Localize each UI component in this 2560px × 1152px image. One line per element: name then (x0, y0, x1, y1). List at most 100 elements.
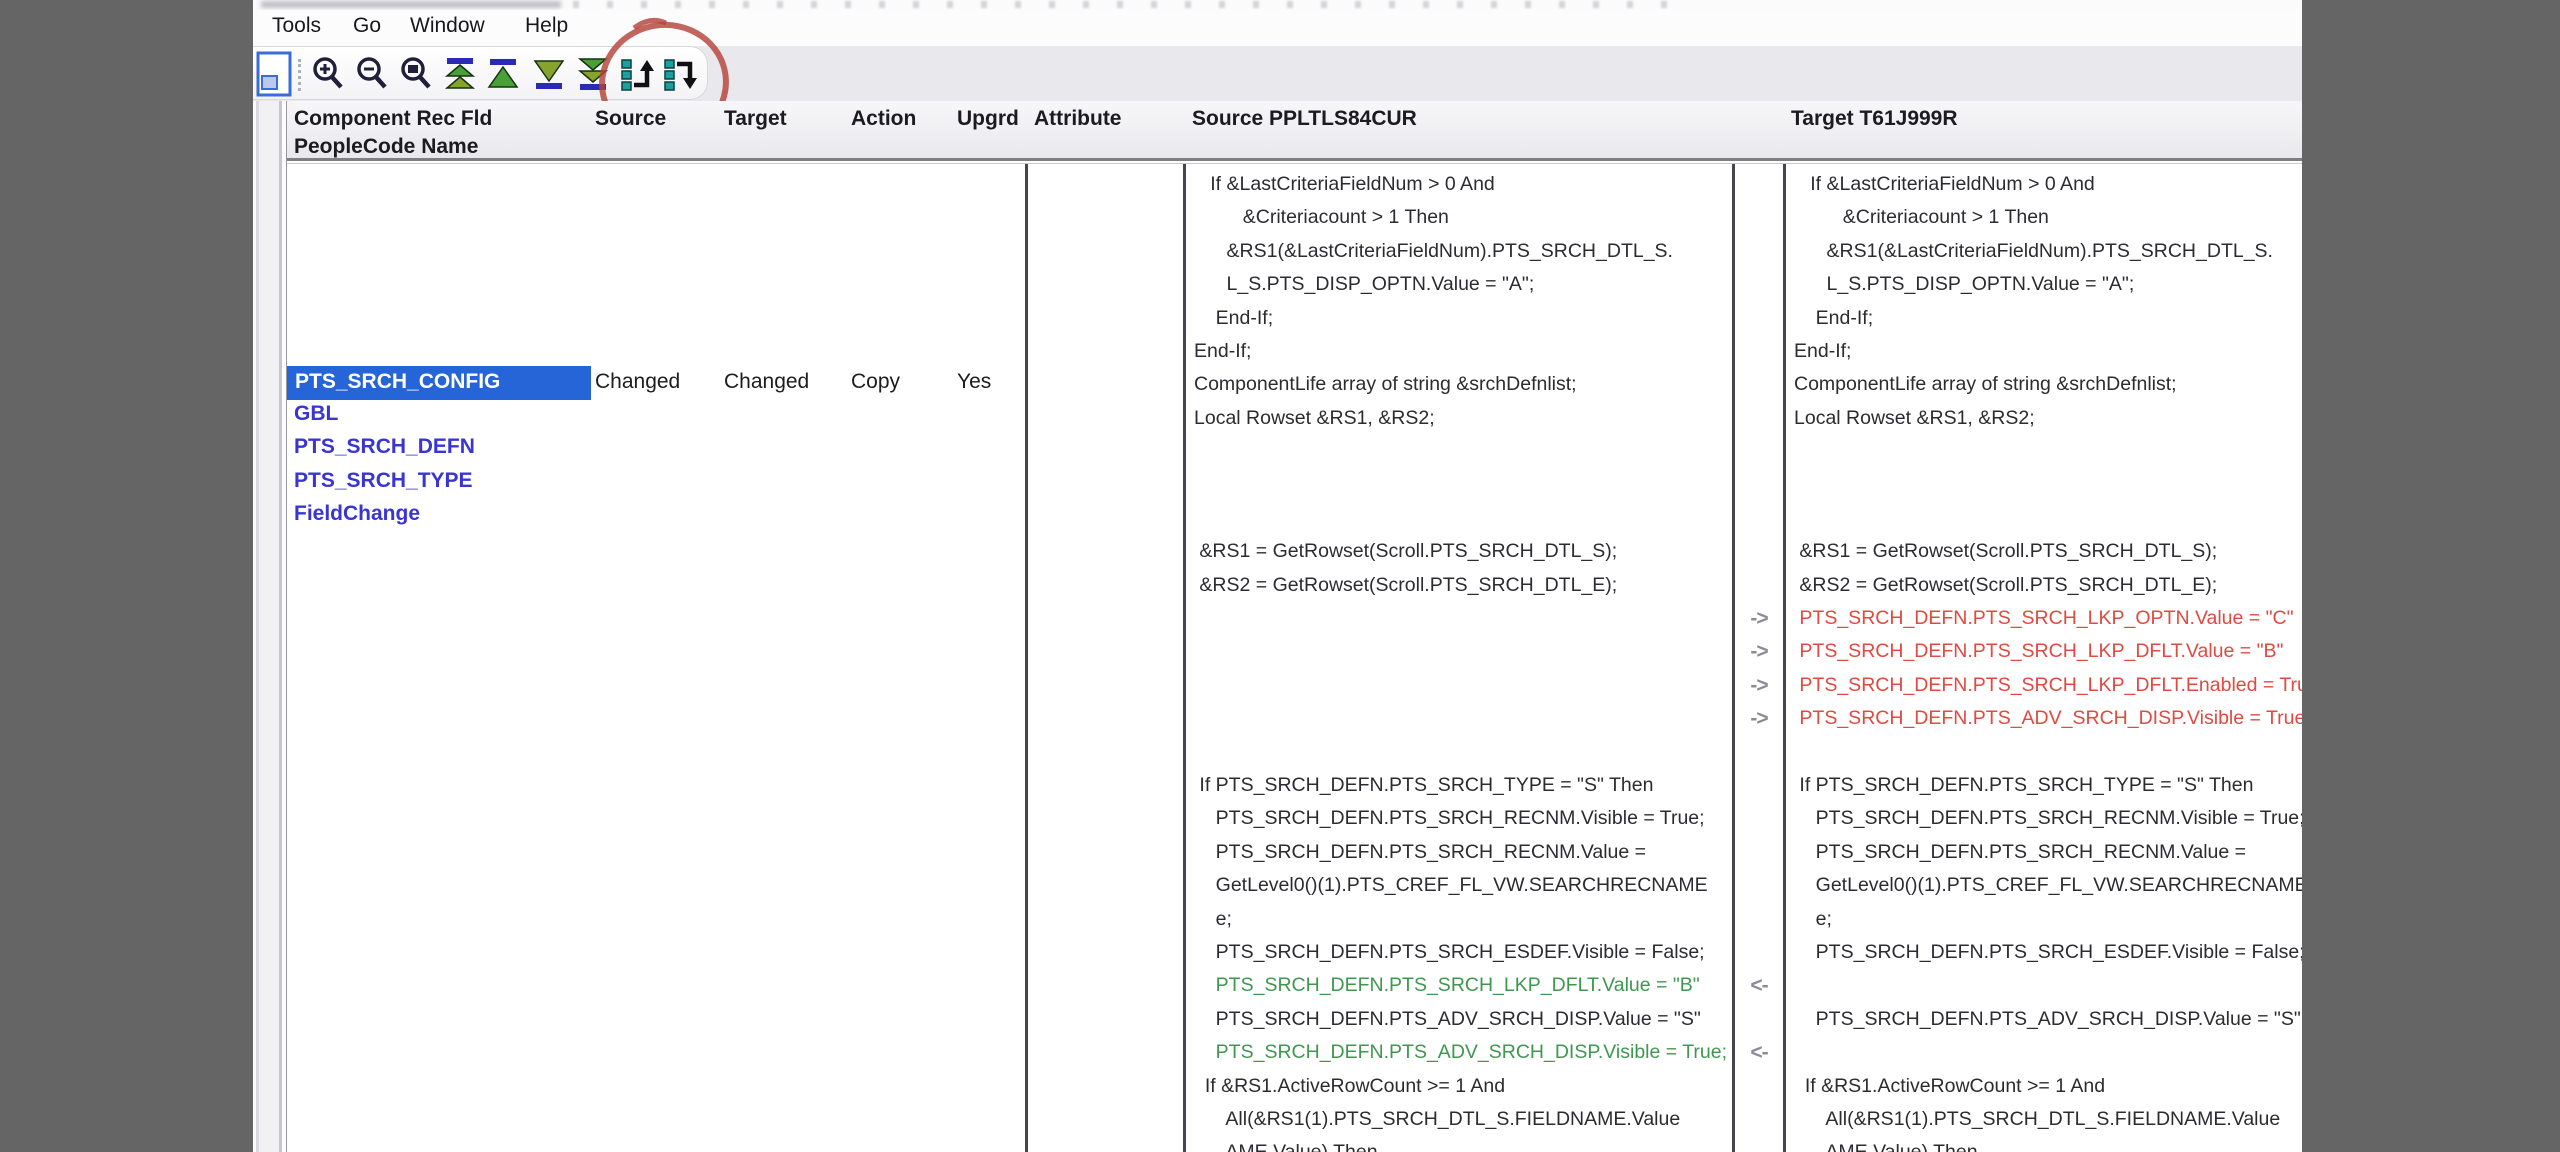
target-code-line: &RS1 = GetRowset(Scroll.PTS_SRCH_DTL_S); (1786, 535, 2302, 568)
target-code-line: PTS_SRCH_DEFN.PTS_SRCH_ESDEF.Visible = F… (1786, 936, 2302, 969)
source-code-line: PTS_SRCH_DEFN.PTS_ADV_SRCH_DISP.Value = … (1186, 1003, 1732, 1036)
source-code-line: PTS_SRCH_DEFN.PTS_SRCH_LKP_DFLT.Value = … (1186, 969, 1732, 1002)
cell-action: Copy (851, 370, 900, 394)
document-window-icon[interactable] (255, 50, 293, 103)
toolbar-row (253, 46, 2302, 102)
col-header-source: Source (595, 107, 666, 131)
screen: { "menubar": { "items": ["Tools", "Go", … (0, 0, 2560, 1152)
previous-difference-icon[interactable] (483, 54, 523, 94)
source-code-line: &RS1 = GetRowset(Scroll.PTS_SRCH_DTL_S); (1186, 535, 1732, 568)
tree-item-selected-label: PTS_SRCH_CONFIG (295, 370, 500, 394)
diff-gutter-cell (1735, 736, 1783, 769)
source-code-line (1186, 635, 1732, 668)
col-header-upgrd: Upgrd (957, 107, 1019, 131)
col-header-source-db: Source PPLTLS84CUR (1192, 107, 1417, 131)
tree-item[interactable]: GBL (294, 402, 338, 435)
target-code-line: PTS_SRCH_DEFN.PTS_SRCH_RECNM.Visible = T… (1786, 802, 2302, 835)
menu-window[interactable]: Window (410, 14, 485, 38)
first-difference-icon[interactable] (440, 54, 480, 94)
source-code-line: Local Rowset &RS1, &RS2; (1186, 402, 1732, 435)
diff-gutter-cell (1735, 869, 1783, 902)
diff-gutter-cell (1735, 435, 1783, 468)
source-code-line (1186, 435, 1732, 468)
menu-help[interactable]: Help (525, 14, 568, 38)
target-code-line: If PTS_SRCH_DEFN.PTS_SRCH_TYPE = "S" The… (1786, 769, 2302, 802)
target-code-line: PTS_SRCH_DEFN.PTS_SRCH_LKP_DFLT.Enabled … (1786, 669, 2302, 702)
zoom-out-icon[interactable] (352, 54, 392, 94)
diff-gutter-cell (1735, 335, 1783, 368)
target-code-line: End-If; (1786, 302, 2302, 335)
target-code-line: Local Rowset &RS1, &RS2; (1786, 402, 2302, 435)
copy-difference-up-icon[interactable] (618, 54, 658, 94)
left-scrollbar-strip[interactable] (253, 101, 286, 1152)
tree-item[interactable]: PTS_SRCH_TYPE (294, 469, 473, 502)
next-difference-icon[interactable] (529, 54, 569, 94)
diff-gutter-cell (1735, 535, 1783, 568)
target-code-line: PTS_SRCH_DEFN.PTS_ADV_SRCH_DISP.Value = … (1786, 1003, 2302, 1036)
target-code-line: ComponentLife array of string &srchDefnl… (1786, 368, 2302, 401)
target-code-line (1786, 502, 2302, 535)
menu-tools[interactable]: Tools (272, 14, 321, 38)
source-code-line: &RS1(&LastCriteriaFieldNum).PTS_SRCH_DTL… (1186, 235, 1732, 268)
col-header-peoplecode: PeopleCode Name (294, 135, 478, 159)
target-code-line (1786, 969, 2302, 1002)
zoom-in-icon[interactable] (308, 54, 348, 94)
zoom-reset-icon[interactable] (396, 54, 436, 94)
target-code-line (1786, 1036, 2302, 1069)
diff-gutter-cell (1735, 1003, 1783, 1036)
source-code-line: All(&RS1(1).PTS_SRCH_DTL_S.FIELDNAME.Val… (1186, 1103, 1732, 1136)
tree-item[interactable]: FieldChange (294, 502, 420, 535)
col-header-target: Target (724, 107, 787, 131)
diff-arrow: <- (1735, 969, 1783, 1002)
app-window: Tools Go Window Help (253, 0, 2302, 1152)
target-code-line: &Criteriacount > 1 Then (1786, 201, 2302, 234)
column-header-row: Component Rec Fld PeopleCode Name Source… (253, 101, 2302, 161)
source-code-line: PTS_SRCH_DEFN.PTS_ADV_SRCH_DISP.Visible … (1186, 1036, 1732, 1069)
diff-gutter-cell (1735, 1070, 1783, 1103)
diff-gutter: ->->->-><-<- (1735, 164, 1783, 1152)
source-code-panel[interactable]: If &LastCriteriaFieldNum > 0 And &Criter… (1186, 164, 1732, 1152)
diff-gutter-cell (1735, 502, 1783, 535)
source-code-line: PTS_SRCH_DEFN.PTS_SRCH_ESDEF.Visible = F… (1186, 936, 1732, 969)
diff-gutter-cell (1735, 903, 1783, 936)
source-code-line: &Criteriacount > 1 Then (1186, 201, 1732, 234)
target-code-line: L_S.PTS_DISP_OPTN.Value = "A"; (1786, 268, 2302, 301)
diff-gutter-cell (1735, 268, 1783, 301)
source-code-line: End-If; (1186, 335, 1732, 368)
tree-item-selected[interactable]: PTS_SRCH_CONFIG (287, 366, 591, 400)
diff-gutter-cell (1735, 936, 1783, 969)
source-code-line (1186, 669, 1732, 702)
target-code-line: e; (1786, 903, 2302, 936)
cell-source-status: Changed (595, 370, 680, 394)
last-difference-icon[interactable] (573, 54, 613, 94)
target-code-line: PTS_SRCH_DEFN.PTS_SRCH_RECNM.Value = (1786, 836, 2302, 869)
target-code-line: AME.Value) Then (1786, 1136, 2302, 1152)
target-code-panel[interactable]: If &LastCriteriaFieldNum > 0 And &Criter… (1786, 164, 2302, 1152)
divider-attribute-column (1025, 164, 1028, 1152)
source-code-line: If &RS1.ActiveRowCount >= 1 And (1186, 1070, 1732, 1103)
diff-gutter-cell (1735, 569, 1783, 602)
menu-go[interactable]: Go (353, 14, 381, 38)
target-code-line (1786, 736, 2302, 769)
source-code-line: e; (1186, 903, 1732, 936)
target-code-line (1786, 469, 2302, 502)
tree-item[interactable]: PTS_SRCH_DEFN (294, 435, 475, 468)
copy-difference-down-icon[interactable] (661, 54, 701, 94)
source-code-line (1186, 469, 1732, 502)
target-code-line: If &LastCriteriaFieldNum > 0 And (1786, 168, 2302, 201)
source-code-line: GetLevel0()(1).PTS_CREF_FL_VW.SEARCHRECN… (1186, 869, 1732, 902)
col-header-target-db: Target T61J999R (1791, 107, 1958, 131)
col-header-component: Component Rec Fld (294, 107, 492, 131)
source-code-line: AME.Value) Then (1186, 1136, 1732, 1152)
diff-gutter-cell (1735, 802, 1783, 835)
target-code-line: &RS1(&LastCriteriaFieldNum).PTS_SRCH_DTL… (1786, 235, 2302, 268)
diff-arrow: -> (1735, 702, 1783, 735)
diff-gutter-cell (1735, 201, 1783, 234)
diff-gutter-cell (1735, 836, 1783, 869)
source-code-line: PTS_SRCH_DEFN.PTS_SRCH_RECNM.Value = (1186, 836, 1732, 869)
toolbar-grip-handle[interactable] (298, 59, 301, 91)
source-code-line: If PTS_SRCH_DEFN.PTS_SRCH_TYPE = "S" The… (1186, 769, 1732, 802)
diff-gutter-cell (1735, 469, 1783, 502)
target-code-line: End-If; (1786, 335, 2302, 368)
diff-arrow: <- (1735, 1036, 1783, 1069)
